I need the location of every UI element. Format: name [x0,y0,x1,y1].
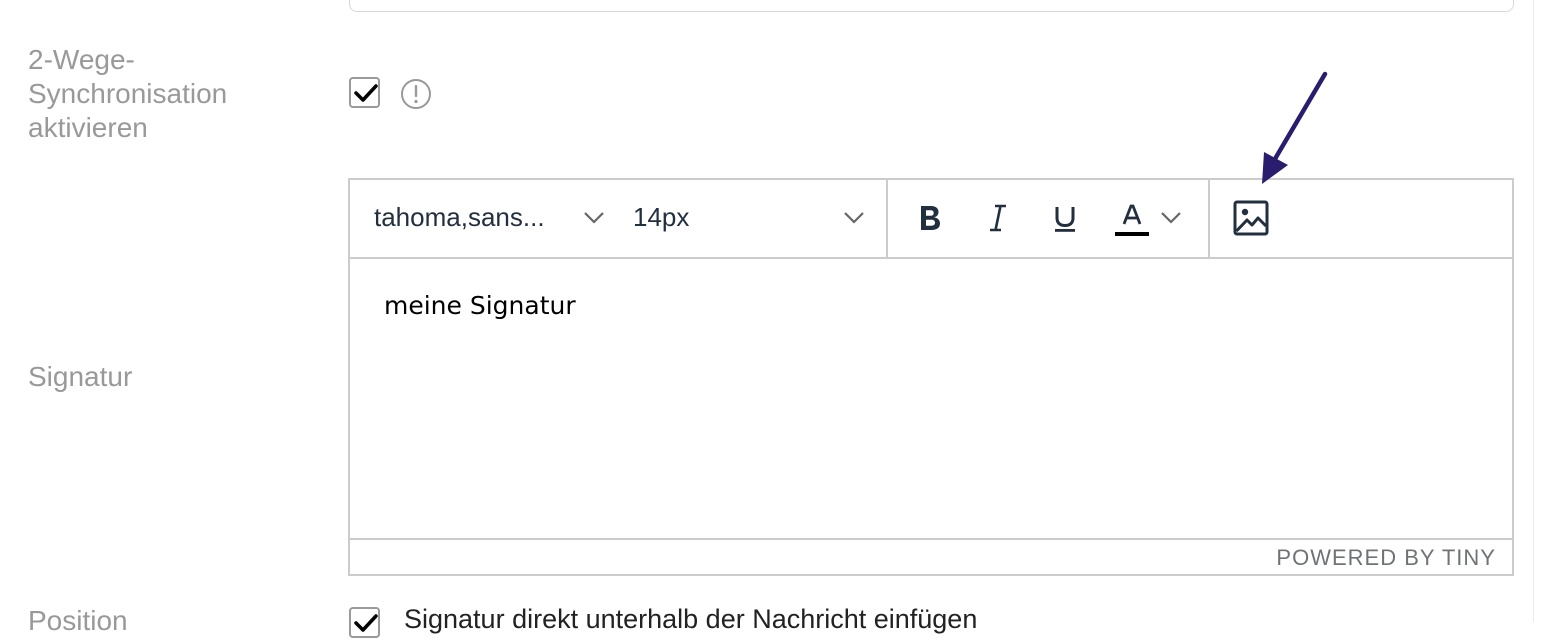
image-icon [1233,200,1269,236]
signature-text: meine Signatur [384,291,576,320]
signature-editor[interactable]: tahoma,sans... 14px meine Signatur POWER… [348,178,1514,576]
position-option-text: Signatur direkt unterhalb der Nachricht … [404,604,978,634]
chevron-down-icon[interactable] [1160,211,1182,225]
previous-field-input[interactable] [349,0,1514,12]
two-way-sync-label: 2-Wege- Synchronisation aktivieren [28,43,328,145]
underline-button[interactable] [1045,198,1085,238]
text-color-icon [1115,204,1149,236]
toolbar-group-format [888,180,1210,257]
signature-label: Signatur [28,361,133,392]
toolbar-group-font: tahoma,sans... 14px [350,180,888,257]
text-color-button[interactable] [1112,198,1188,238]
checkmark-icon [354,614,378,632]
italic-button[interactable] [978,198,1018,238]
checkmark-icon [354,84,378,102]
font-size-select[interactable]: 14px [612,180,882,257]
chevron-down-icon [844,212,864,224]
font-size-value: 14px [633,202,690,232]
two-way-sync-checkbox[interactable] [349,77,380,108]
two-way-sync-label-line: Synchronisation [28,78,228,109]
powered-by-tiny-link[interactable]: POWERED BY TINY [1276,545,1496,571]
bold-button[interactable] [910,198,950,238]
bold-icon [921,206,940,230]
page-edge-divider [1533,0,1534,622]
two-way-sync-label-line: 2-Wege- [28,44,135,75]
position-checkbox[interactable] [349,607,380,638]
font-family-value: tahoma,sans... [374,202,545,232]
underline-icon [1055,207,1075,232]
editor-content-area[interactable]: meine Signatur [350,259,1512,541]
font-family-select[interactable]: tahoma,sans... [350,180,612,257]
italic-icon [990,204,1006,232]
info-circle-icon[interactable] [400,78,432,110]
insert-image-button[interactable] [1231,198,1271,238]
two-way-sync-label-line: aktivieren [28,112,148,143]
position-label: Position [28,605,128,636]
chevron-down-icon [584,212,604,224]
editor-statusbar: POWERED BY TINY [350,538,1512,574]
arrow-icon [1262,71,1328,184]
